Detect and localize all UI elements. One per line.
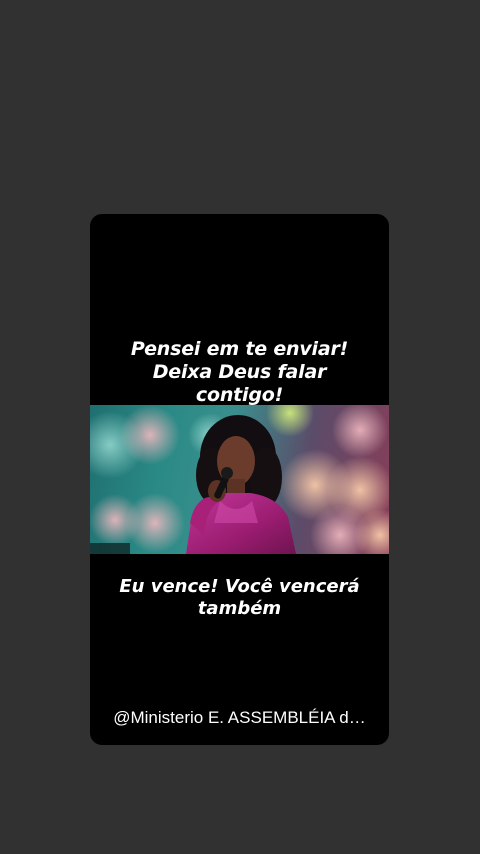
top-caption-line: contigo! [195,384,284,406]
video-frame[interactable] [90,405,389,554]
bottom-caption-line: Eu vence! Você vencerá [119,576,360,597]
account-handle[interactable]: @Ministerio E. ASSEMBLÉIA d… [90,708,389,728]
video-post-card[interactable]: Pensei em te enviar! Deixa Deus falar co… [90,214,389,745]
bottom-caption: Eu vence! Você vencerá também [90,576,389,620]
singer-video-image [90,405,389,554]
bottom-caption-line: também [197,598,282,619]
top-caption-line: Deixa Deus falar [152,361,327,383]
top-caption: Pensei em te enviar! Deixa Deus falar co… [90,338,389,407]
top-caption-line: Pensei em te enviar! [130,338,349,360]
screen: Pensei em te enviar! Deixa Deus falar co… [0,0,480,854]
